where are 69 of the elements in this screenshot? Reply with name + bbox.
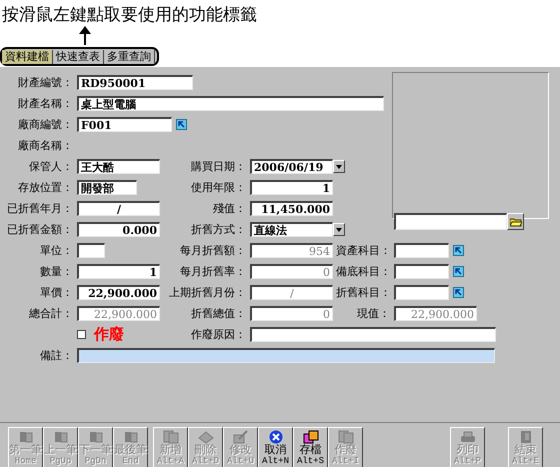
field-label: 使用年限：	[190, 180, 247, 195]
lookup-icon[interactable]	[453, 245, 464, 256]
field-label: 備註：	[39, 348, 74, 363]
field-label: 購買日期：	[190, 159, 247, 174]
book-icon	[90, 432, 102, 442]
input-field[interactable]	[77, 348, 495, 363]
input-field[interactable]: 開發部	[77, 180, 137, 195]
field-label: 廠商名稱：	[17, 138, 74, 153]
field-label: 已折舊金額：	[6, 222, 74, 237]
field-label: 財產名稱：	[17, 96, 74, 111]
checkbox[interactable]	[77, 330, 86, 339]
field-label: 現值：	[356, 306, 391, 321]
input-field[interactable]: 王大酷	[77, 159, 160, 174]
folder-icon[interactable]	[507, 213, 524, 230]
field-label: 保管人：	[28, 159, 74, 174]
field-label: 單價：	[39, 285, 74, 300]
book-icon	[20, 432, 32, 442]
dropdown-field[interactable]: 2006/06/19	[250, 159, 333, 174]
document-icon	[163, 430, 178, 444]
field-label: 數量：	[39, 264, 74, 279]
book-icon	[124, 432, 137, 442]
field-label: 資產科目：	[336, 243, 392, 258]
input-field[interactable]	[394, 243, 449, 258]
input-field[interactable]: 桌上型電腦	[77, 96, 384, 111]
lookup-icon[interactable]	[453, 266, 464, 277]
input-field[interactable]	[394, 264, 449, 279]
field-label: 每月折舊率：	[179, 264, 247, 279]
dropdown-field[interactable]: 直線法	[250, 222, 333, 237]
input-field[interactable]: 22,900.000	[77, 285, 160, 300]
input-field[interactable]	[394, 213, 507, 230]
tab[interactable]: 資料建檔	[2, 50, 53, 64]
scrap-label: 作廢	[94, 325, 124, 344]
field-label: 備底科目：	[336, 264, 392, 279]
input-field[interactable]	[394, 285, 449, 300]
field-label: 已折舊年月：	[6, 201, 74, 216]
field-label: 單位：	[39, 243, 74, 258]
toolbar-button[interactable]: 存檔 Alt+S	[293, 427, 328, 467]
input-field[interactable]: 0.000	[77, 222, 160, 237]
callout-arrow	[79, 26, 91, 45]
input-field[interactable]: 11,450.000	[250, 201, 333, 216]
field-label: 折舊方式：	[190, 222, 247, 237]
disk-icon	[303, 430, 318, 444]
field-label: 作廢原因：	[190, 327, 247, 342]
toolbar-button[interactable]: 取消 Alt+N	[258, 427, 293, 467]
input-field[interactable]: 1	[77, 264, 160, 279]
input-field[interactable]: 1	[250, 180, 333, 195]
field-label: 存放位置：	[17, 180, 74, 195]
pencil-icon	[233, 430, 248, 444]
close-icon	[269, 430, 282, 444]
field-label: 殘值：	[212, 201, 247, 216]
lookup-icon[interactable]	[176, 119, 187, 130]
field-label: 每月折舊額：	[179, 243, 247, 258]
input-field[interactable]: /	[77, 201, 160, 216]
field-label: 上期折舊月份：	[168, 285, 247, 300]
printer-icon	[460, 432, 474, 442]
field-label: 財產編號：	[17, 75, 74, 90]
field-label: 折舊總值：	[190, 306, 247, 321]
instruction-text: 按滑鼠左鍵點取要使用的功能標籤	[2, 4, 257, 26]
field-label: 折舊科目：	[336, 285, 392, 300]
book-icon	[54, 432, 67, 442]
input-field[interactable]	[250, 327, 496, 342]
input-field[interactable]: RD950001	[77, 75, 193, 90]
tab[interactable]: 快速查表	[53, 50, 104, 64]
lookup-icon[interactable]	[453, 287, 464, 298]
field-label: 廠商編號：	[17, 117, 74, 132]
document-icon	[338, 430, 353, 444]
input-field[interactable]	[77, 243, 105, 258]
field-label: 總合計：	[28, 306, 74, 321]
input-field[interactable]: F001	[77, 117, 172, 132]
